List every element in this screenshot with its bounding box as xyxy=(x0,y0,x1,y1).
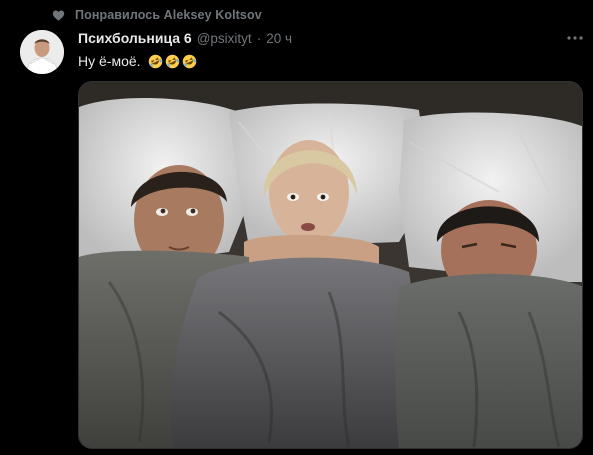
rolling-on-floor-laughing-emoji xyxy=(182,54,197,69)
author-handle[interactable]: @psixityt xyxy=(197,31,252,46)
social-context[interactable]: Понравилось Aleksey Koltsov xyxy=(52,6,262,24)
tweet-header: Психбольница 6 @psixityt · 20 ч xyxy=(78,30,292,48)
tweet-text: Ну ё-моё. xyxy=(78,52,197,70)
tweet-card[interactable]: Понравилось Aleksey Koltsov Психбольница… xyxy=(0,0,593,455)
social-context-label[interactable]: Понравилось Aleksey Koltsov xyxy=(75,8,262,22)
tweet-timestamp[interactable]: 20 ч xyxy=(266,31,292,46)
avatar[interactable] xyxy=(20,30,64,74)
more-icon xyxy=(567,36,583,40)
rolling-on-floor-laughing-emoji xyxy=(165,54,180,69)
rolling-on-floor-laughing-emoji xyxy=(148,54,163,69)
author-display-name[interactable]: Психбольница 6 xyxy=(78,30,192,46)
tweet-body: Ну ё-моё. xyxy=(78,53,141,69)
more-options-button[interactable] xyxy=(565,30,585,46)
heart-icon xyxy=(52,9,65,22)
separator-dot: · xyxy=(256,31,262,46)
tweet-photo[interactable] xyxy=(78,81,583,449)
